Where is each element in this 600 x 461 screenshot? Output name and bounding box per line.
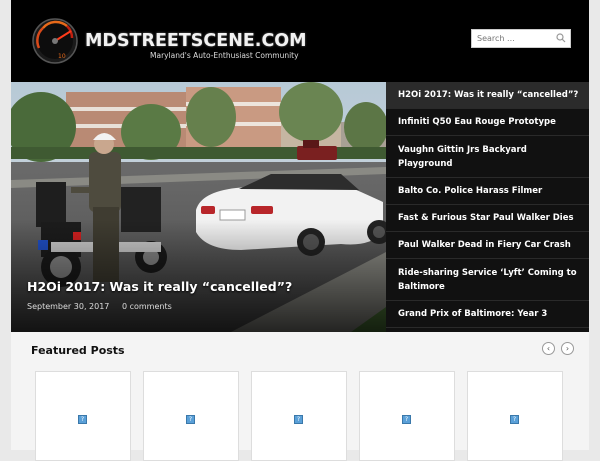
search-input[interactable]: [472, 30, 557, 47]
carousel-prev-button[interactable]: ‹: [542, 342, 555, 355]
featured-card[interactable]: ?: [143, 371, 239, 461]
broken-image-icon: ?: [294, 415, 303, 424]
broken-image-icon: ?: [78, 415, 87, 424]
hero-date: September 30, 2017: [27, 302, 110, 311]
list-item[interactable]: Balto Co. Police Harass Filmer: [386, 178, 589, 205]
broken-image-icon: ?: [402, 415, 411, 424]
list-item[interactable]: Paul Walker Dead in Fiery Car Crash: [386, 232, 589, 259]
carousel-next-button[interactable]: ›: [561, 342, 574, 355]
page: 10 MDSTREETSCENE.COM Maryland's Auto-Ent…: [11, 0, 589, 461]
hero-meta: September 30, 2017 0 comments: [27, 302, 182, 311]
site-tagline: Maryland's Auto-Enthusiast Community: [150, 51, 299, 60]
chevron-left-icon: ‹: [546, 344, 551, 353]
featured-card[interactable]: ?: [467, 371, 563, 461]
chevron-right-icon: ›: [565, 344, 570, 353]
hero-image: [11, 82, 386, 332]
recent-posts-list: H2Oi 2017: Was it really “cancelled”? In…: [386, 82, 589, 332]
list-item[interactable]: Vaughn Gittin Jrs Backyard Playground: [386, 136, 589, 178]
list-item[interactable]: Ride-sharing Service ‘Lyft’ Coming to Ba…: [386, 259, 589, 301]
list-item[interactable]: H2Oi 2017: Was it really “cancelled”?: [386, 82, 589, 109]
featured-card[interactable]: ?: [251, 371, 347, 461]
featured-posts-section: Featured Posts ‹ › ? ? ? ? ?: [11, 332, 589, 461]
site-title[interactable]: MDSTREETSCENE.COM: [85, 31, 307, 51]
gauge-number: 10: [58, 53, 66, 60]
search-icon[interactable]: [556, 33, 566, 43]
hero-slide[interactable]: H2Oi 2017: Was it really “cancelled”? Se…: [11, 82, 386, 332]
site-header: 10 MDSTREETSCENE.COM Maryland's Auto-Ent…: [11, 0, 589, 82]
broken-image-icon: ?: [510, 415, 519, 424]
hero-comments-link[interactable]: 0 comments: [122, 302, 172, 311]
featured-title: Featured Posts: [31, 344, 125, 357]
list-item[interactable]: Fast & Furious Star Paul Walker Dies: [386, 205, 589, 232]
site-logo[interactable]: 10 MDSTREETSCENE.COM Maryland's Auto-Ent…: [29, 14, 319, 66]
hero-title[interactable]: H2Oi 2017: Was it really “cancelled”?: [27, 279, 292, 294]
featured-card[interactable]: ?: [35, 371, 131, 461]
list-item[interactable]: Infiniti Q50 Eau Rouge Prototype: [386, 109, 589, 136]
tachometer-icon: 10: [32, 18, 78, 64]
search-box: [471, 29, 571, 48]
featured-card[interactable]: ?: [359, 371, 455, 461]
list-item[interactable]: Grand Prix of Baltimore: Year 3: [386, 301, 589, 328]
broken-image-icon: ?: [186, 415, 195, 424]
